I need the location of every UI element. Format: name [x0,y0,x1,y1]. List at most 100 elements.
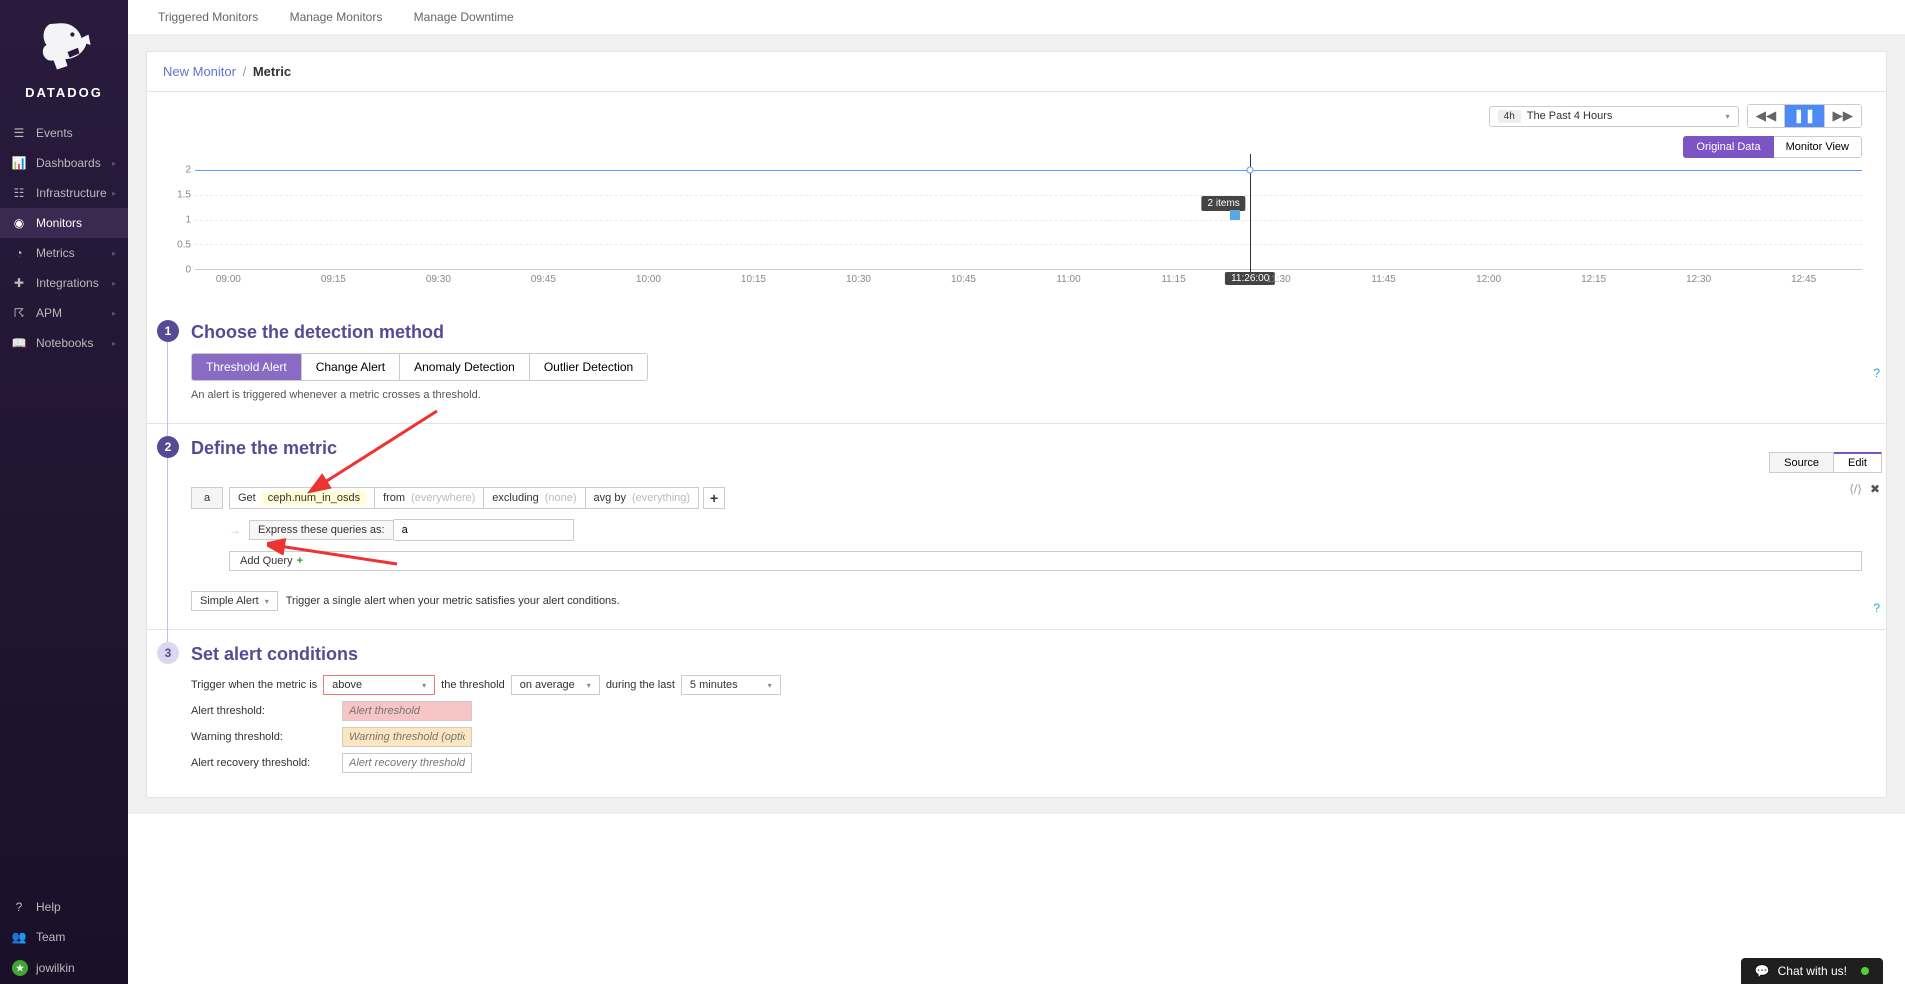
apm-icon: ☈ [12,306,26,320]
x-tick: 11:15 [1161,274,1185,285]
recovery-threshold-input[interactable] [342,753,472,773]
remove-icon[interactable]: ✖ [1870,482,1880,496]
time-range-label: The Past 4 Hours [1527,110,1613,122]
chevron-right-icon: ▸ [112,309,116,318]
sidebar-item-notebooks[interactable]: 📖Notebooks▸ [0,328,128,358]
x-tick: 10:15 [741,274,766,285]
minutes-select[interactable]: 5 minutes▾ [681,675,781,695]
query-avgby[interactable]: avg by(everything) [586,487,700,509]
query-get[interactable]: Getceph.num_in_osds [229,487,375,509]
book-icon: 📖 [12,336,26,350]
chevron-down-icon: ▾ [422,681,426,690]
trigger-row: Trigger when the metric is above▾ the th… [191,675,1862,695]
chevron-right-icon: ▸ [112,189,116,198]
step-3: 3 Set alert conditions Trigger when the … [147,630,1886,797]
above-select[interactable]: above▾ [323,675,435,695]
metric-name[interactable]: ceph.num_in_osds [262,491,366,505]
add-query-button[interactable]: Add Query + [229,551,1862,571]
recovery-threshold-row: Alert recovery threshold: [191,753,1862,773]
query-excluding[interactable]: excluding(none) [484,487,585,509]
x-tick: 09:45 [531,274,556,285]
breadcrumb-parent[interactable]: New Monitor [163,64,236,79]
sidebar-item-help[interactable]: ?Help [0,892,128,922]
y-tick: 0.5 [177,240,191,251]
metric-tabs: Source Edit [1769,452,1882,473]
breadcrumb: New Monitor / Metric [147,52,1886,92]
x-axis: 09:00 09:15 09:30 09:45 10:00 10:15 10:3… [195,274,1862,294]
avatar: ★ [12,960,28,976]
sidebar-item-dashboards[interactable]: 📊Dashboards▸ [0,148,128,178]
time-nav-forward[interactable]: ▶▶ [1824,105,1862,127]
sidebar-item-metrics[interactable]: ◔Metrics▸ [0,238,128,268]
detection-change[interactable]: Change Alert [301,354,399,380]
x-tick: 10:45 [951,274,976,285]
help-icon[interactable]: ? [1873,601,1880,615]
detection-threshold[interactable]: Threshold Alert [192,354,301,380]
main: Triggered Monitors Manage Monitors Manag… [128,0,1905,984]
express-label: Express these queries as: [249,520,394,540]
tab-edit[interactable]: Edit [1834,452,1882,473]
tab-source[interactable]: Source [1769,452,1834,473]
detection-method-group: Threshold Alert Change Alert Anomaly Det… [191,353,648,381]
chat-widget[interactable]: 💬 Chat with us! [1741,958,1883,984]
warning-threshold-input[interactable] [342,727,472,747]
detection-anomaly[interactable]: Anomaly Detection [399,354,529,380]
topnav-manage-downtime[interactable]: Manage Downtime [400,4,528,30]
sidebar-item-apm[interactable]: ☈APM▸ [0,298,128,328]
chat-icon: 💬 [1755,964,1770,978]
series-color-icon [1230,210,1240,220]
cursor-dot [1247,167,1254,174]
plot: 2 items 11:26:00 [195,170,1862,270]
breadcrumb-current: Metric [253,64,291,79]
x-tick: 12:30 [1686,274,1711,285]
help-icon[interactable]: ? [1873,366,1880,380]
step-badge-2: 2 [157,436,179,458]
alert-threshold-input[interactable] [342,701,472,721]
sidebar: DATADOG ☰Events 📊Dashboards▸ ☷Infrastruc… [0,0,128,984]
server-icon: ☷ [12,186,26,200]
team-icon: 👥 [12,930,26,944]
sidebar-item-user[interactable]: ★jowilkin [0,952,128,984]
topnav-triggered[interactable]: Triggered Monitors [144,4,272,30]
view-original-data[interactable]: Original Data [1683,136,1773,158]
on-average-select[interactable]: on average▾ [511,675,600,695]
warning-threshold-row: Warning threshold: [191,727,1862,747]
series-line [195,170,1862,171]
sidebar-item-infrastructure[interactable]: ☷Infrastructure▸ [0,178,128,208]
alert-threshold-row: Alert threshold: [191,701,1862,721]
time-range-tag: 4h [1498,110,1521,123]
y-tick: 0 [185,265,191,276]
step-1-title: Choose the detection method [191,322,1862,343]
help-icon: ? [12,900,26,914]
code-icon[interactable]: ⟨/⟩ [1849,482,1862,496]
y-tick: 2 [185,165,191,176]
time-range-select[interactable]: 4h The Past 4 Hours ▾ [1489,106,1739,127]
time-nav-pause[interactable]: ❚❚ [1784,105,1823,127]
sidebar-item-monitors[interactable]: ◉Monitors [0,208,128,238]
express-input[interactable] [394,519,574,541]
logo[interactable]: DATADOG [0,0,128,118]
x-tick: 11:30 [1266,274,1290,285]
query-row: a Getceph.num_in_osds from(everywhere) e… [191,487,1862,509]
x-tick: 12:00 [1476,274,1501,285]
sidebar-item-events[interactable]: ☰Events [0,118,128,148]
detection-outlier[interactable]: Outlier Detection [529,354,647,380]
topnav-manage-monitors[interactable]: Manage Monitors [276,4,397,30]
query-alias[interactable]: a [191,487,223,509]
chevron-right-icon: ▸ [112,159,116,168]
x-tick: 09:00 [216,274,241,285]
alert-type-select[interactable]: Simple Alert ▾ [191,591,278,611]
add-segment-button[interactable]: + [703,487,725,509]
query-from[interactable]: from(everywhere) [375,487,484,509]
alert-type-desc: Trigger a single alert when your metric … [286,595,620,607]
sidebar-item-team[interactable]: 👥Team [0,922,128,952]
brand-text: DATADOG [0,85,128,100]
x-tick: 11:45 [1371,274,1395,285]
chart[interactable]: 2 1.5 1 0.5 0 [147,166,1886,308]
view-monitor-view[interactable]: Monitor View [1774,136,1862,158]
x-tick: 09:30 [426,274,451,285]
plus-icon: + [297,555,303,567]
sidebar-item-integrations[interactable]: ✚Integrations▸ [0,268,128,298]
sidebar-bottom: ?Help 👥Team ★jowilkin [0,892,128,984]
time-nav-back[interactable]: ◀◀ [1748,105,1785,127]
